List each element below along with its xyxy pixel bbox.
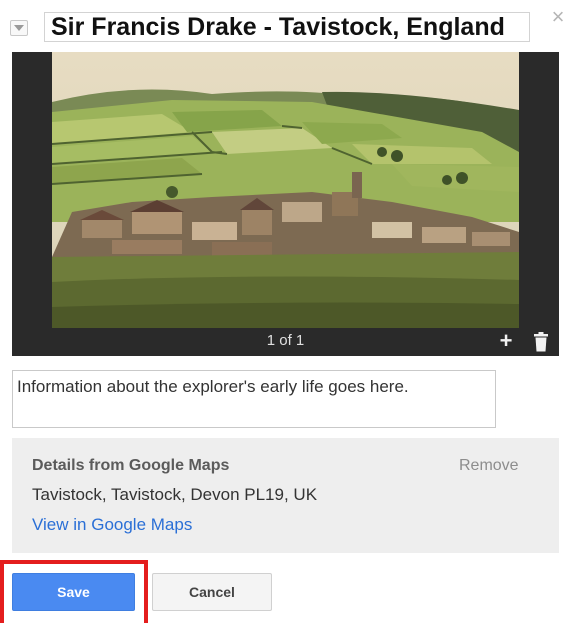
remove-link[interactable]: Remove	[459, 457, 519, 475]
details-address: Tavistock, Tavistock, Devon PL19, UK	[32, 485, 318, 504]
trash-icon[interactable]	[532, 332, 550, 352]
photo-counter: 1 of 1	[266, 332, 305, 349]
place-photo	[52, 52, 519, 328]
save-button[interactable]: Save	[12, 573, 135, 611]
maps-details-panel: Details from Google Maps Remove Tavistoc…	[12, 438, 559, 553]
view-in-google-maps-link[interactable]: View in Google Maps	[32, 515, 192, 535]
add-photo-icon[interactable]: +	[496, 330, 516, 352]
dialog-header: Sir Francis Drake - Tavistock, England ×	[0, 0, 574, 52]
details-title: Details from Google Maps	[32, 457, 230, 474]
description-field[interactable]: Information about the explorer's early l…	[12, 370, 496, 428]
close-icon[interactable]: ×	[547, 6, 569, 28]
chevron-down-icon	[14, 25, 24, 31]
cancel-button[interactable]: Cancel	[152, 573, 272, 611]
title-input[interactable]: Sir Francis Drake - Tavistock, England	[44, 12, 530, 42]
photo-viewer: 1 of 1 +	[12, 52, 559, 356]
collapse-toggle[interactable]	[10, 20, 28, 36]
